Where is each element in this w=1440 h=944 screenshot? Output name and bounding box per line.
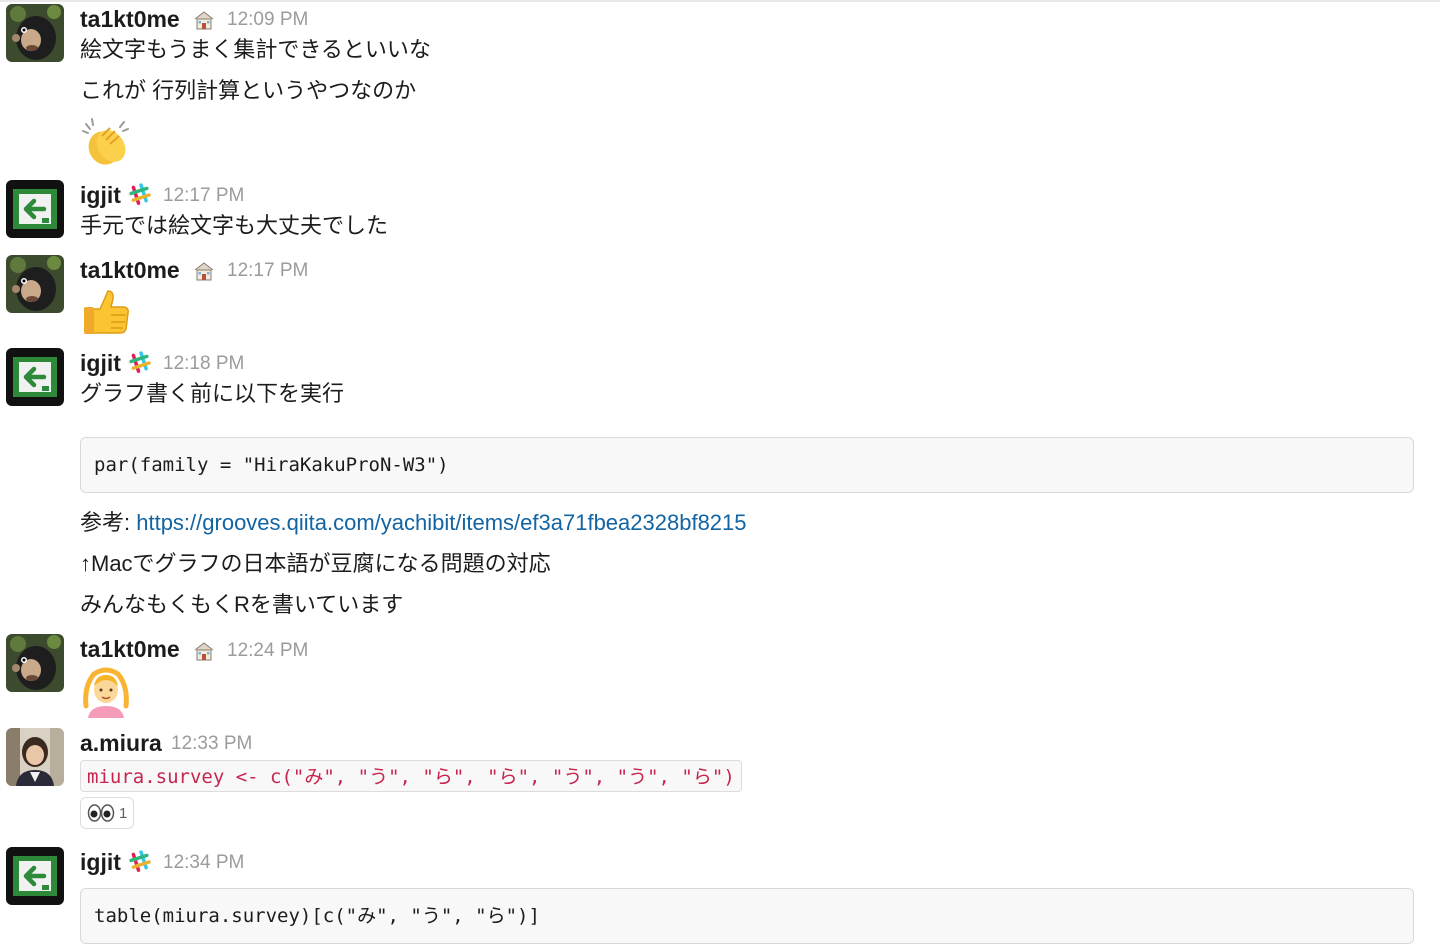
reaction-eyes[interactable]: 1 xyxy=(80,797,135,829)
message-timestamp[interactable]: 12:33 PM xyxy=(171,729,252,759)
avatar-igjit[interactable] xyxy=(6,180,64,238)
author-name[interactable]: igjit xyxy=(80,348,121,378)
message-text: ↑Macでグラフの日本語が豆腐になる問題の対応 xyxy=(80,551,551,576)
message-text: 参考: https://grooves.qiita.com/yachibit/i… xyxy=(80,506,747,540)
message-timestamp[interactable]: 12:34 PM xyxy=(163,848,244,878)
house-icon xyxy=(193,260,215,282)
code-block: table(miura.survey)[c("み", "う", "ら")] xyxy=(80,888,1414,944)
slack-icon xyxy=(129,351,151,373)
avatar-ta1kt0me[interactable] xyxy=(6,634,64,692)
slack-icon xyxy=(129,850,151,872)
author-name[interactable]: ta1kt0me xyxy=(80,255,180,285)
avatar-igjit[interactable] xyxy=(6,348,64,406)
inline-code: miura.survey <- c("み", "う", "ら", "ら", "う… xyxy=(80,760,742,792)
avatar-igjit[interactable] xyxy=(6,847,64,905)
house-icon xyxy=(193,640,215,662)
message-timestamp[interactable]: 12:18 PM xyxy=(163,349,244,379)
top-divider xyxy=(0,0,1440,2)
author-name[interactable]: ta1kt0me xyxy=(80,4,180,34)
message-timestamp[interactable]: 12:17 PM xyxy=(163,181,244,211)
author-name[interactable]: ta1kt0me xyxy=(80,634,180,664)
slack-icon xyxy=(129,183,151,205)
message-text: 手元では絵文字も大丈夫でした xyxy=(80,213,389,238)
avatar-ta1kt0me[interactable] xyxy=(6,4,64,62)
message-text: グラフ書く前に以下を実行 xyxy=(80,381,345,406)
clapping-hands-icon xyxy=(80,116,132,168)
thumbs-up-icon xyxy=(80,285,132,337)
author-name[interactable]: igjit xyxy=(80,180,121,210)
code-block: par(family = "HiraKakuProN-W3") xyxy=(80,437,1414,493)
house-icon xyxy=(193,9,215,31)
message-text: これが 行列計算というやつなのか xyxy=(80,78,417,103)
ok-gesture-woman-icon xyxy=(80,666,132,718)
author-name[interactable]: igjit xyxy=(80,847,121,877)
message-timestamp[interactable]: 12:09 PM xyxy=(227,5,308,35)
avatar-a-miura[interactable] xyxy=(6,728,64,786)
message-text: みんなもくもくRを書いています xyxy=(80,592,404,617)
reaction-count: 1 xyxy=(119,804,128,822)
avatar-ta1kt0me[interactable] xyxy=(6,255,64,313)
message-timestamp[interactable]: 12:24 PM xyxy=(227,636,308,666)
message-text: 絵文字もうまく集計できるといいな xyxy=(80,37,431,62)
eyes-icon xyxy=(87,804,115,822)
reference-label: 参考: xyxy=(80,510,137,535)
reference-link[interactable]: https://grooves.qiita.com/yachibit/items… xyxy=(136,510,746,535)
message-timestamp[interactable]: 12:17 PM xyxy=(227,256,308,286)
author-name[interactable]: a.miura xyxy=(80,728,162,758)
